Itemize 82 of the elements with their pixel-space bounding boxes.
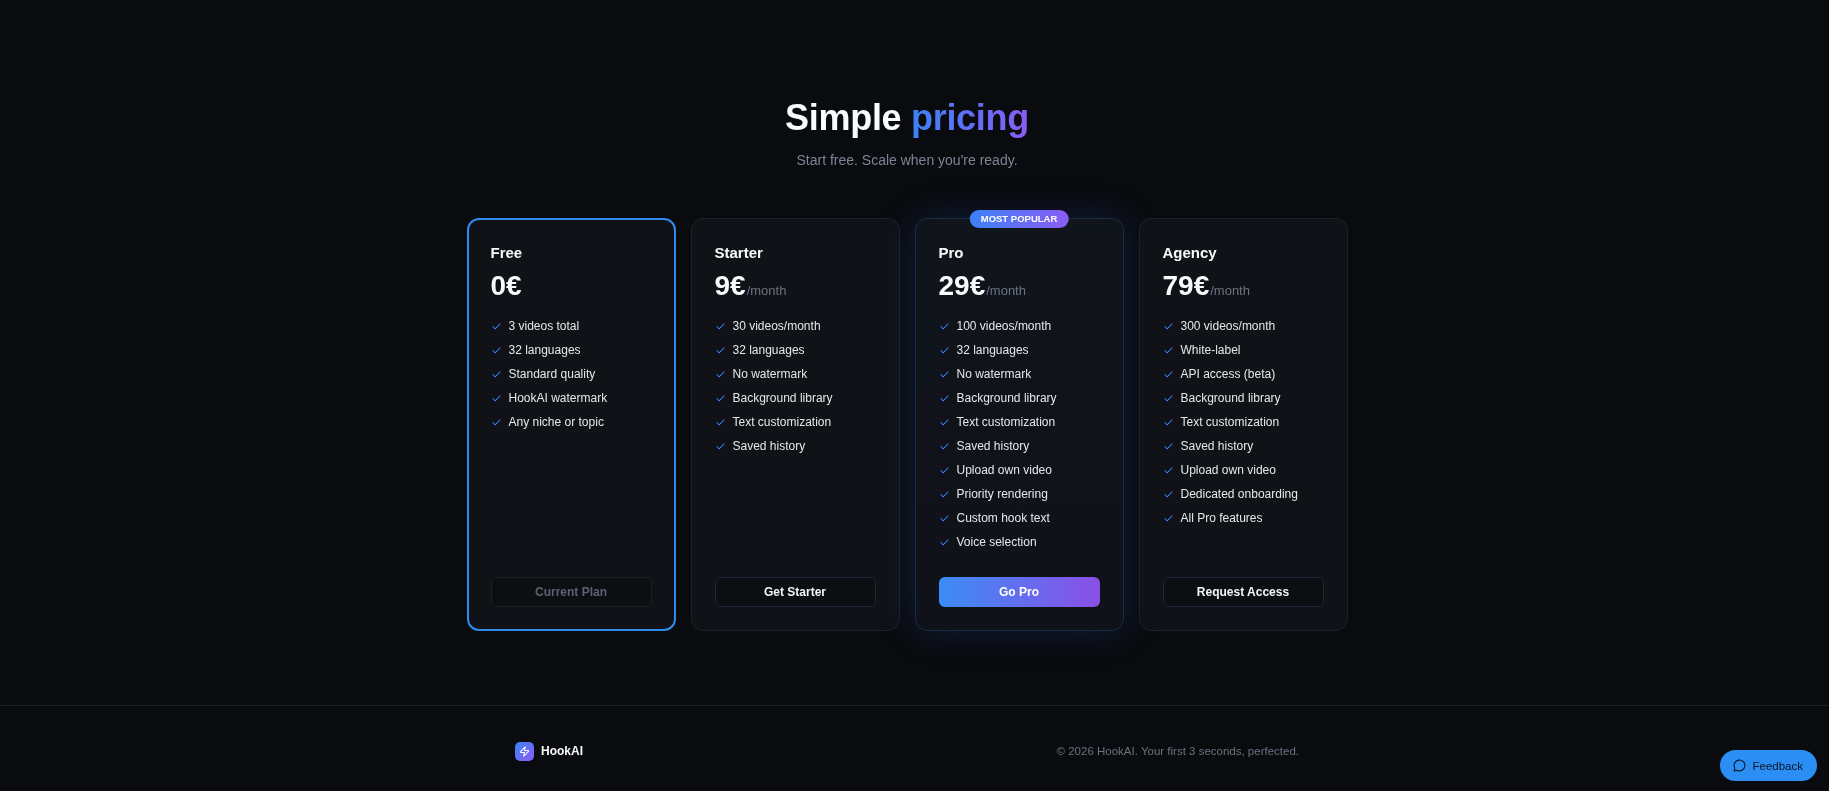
check-icon [938, 488, 950, 500]
feature-text: No watermark [732, 366, 808, 382]
plan-name: Pro [938, 243, 965, 263]
feature-text: HookAI watermark [508, 390, 608, 406]
check-icon [490, 368, 502, 380]
popular-badge: MOST POPULAR [969, 210, 1069, 228]
feature-text: White-label [1180, 342, 1241, 358]
feature-text: 300 videos/month [1180, 318, 1276, 334]
check-icon [938, 368, 950, 380]
check-icon [1162, 464, 1174, 476]
plan-name: Free [490, 243, 524, 263]
check-icon [714, 344, 726, 356]
plan-button[interactable]: Go Pro [938, 577, 1100, 607]
chat-bubble-icon [1733, 759, 1747, 772]
price-amount: 9€ [714, 269, 746, 303]
check-icon [1162, 512, 1174, 524]
check-icon [1162, 488, 1174, 500]
check-icon [490, 392, 502, 404]
plan-name: Starter [714, 243, 764, 263]
feature-text: Any niche or topic [508, 414, 604, 430]
feature-text: 32 languages [956, 342, 1029, 358]
feature-text: All Pro features [1180, 510, 1263, 526]
price-amount: 29€ [938, 269, 986, 303]
feature-text: Custom hook text [956, 510, 1050, 526]
price-period: /month [746, 283, 787, 299]
check-icon [490, 320, 502, 332]
check-icon [1162, 368, 1174, 380]
feature-text: Background library [732, 390, 833, 406]
check-icon [714, 320, 726, 332]
feature-text: 100 videos/month [956, 318, 1052, 334]
price-period: /month [986, 283, 1026, 299]
feature-text: Voice selection [956, 534, 1037, 550]
plan-button[interactable]: Get Starter [714, 577, 876, 607]
page-subtitle: Start free. Scale when you're ready. [796, 151, 1018, 170]
feature-text: 3 videos total [508, 318, 580, 334]
feature-text: API access (beta) [1180, 366, 1276, 382]
feature-text: Priority rendering [956, 486, 1048, 502]
check-icon [1162, 416, 1174, 428]
check-icon [1162, 440, 1174, 452]
check-icon [490, 344, 502, 356]
feature-text: 32 languages [732, 342, 805, 358]
plan-name: Agency [1162, 243, 1218, 263]
check-icon [938, 416, 950, 428]
feature-text: Dedicated onboarding [1180, 486, 1298, 502]
copyright-text: © 2026 HookAI. Your first 3 seconds, perfected. [1056, 745, 1299, 757]
plan-button[interactable]: Request Access [1162, 577, 1324, 607]
check-icon [938, 464, 950, 476]
page-title: Simple pricing [785, 96, 1029, 140]
check-icon [938, 440, 950, 452]
check-icon [1162, 320, 1174, 332]
check-icon [490, 416, 502, 428]
feature-text: No watermark [956, 366, 1032, 382]
feature-text: Text customization [1180, 414, 1280, 430]
check-icon [1162, 344, 1174, 356]
check-icon [714, 368, 726, 380]
feedback-button[interactable]: Feedback [1720, 750, 1817, 781]
feature-text: 30 videos/month [732, 318, 821, 334]
check-icon [714, 416, 726, 428]
feature-text: Saved history [1180, 438, 1254, 454]
check-icon [1162, 392, 1174, 404]
check-icon [938, 536, 950, 548]
check-icon [938, 512, 950, 524]
price-amount: 79€ [1162, 269, 1210, 303]
lightning-logo-icon [515, 741, 534, 761]
check-icon [938, 320, 950, 332]
feature-text: Text customization [956, 414, 1056, 430]
check-icon [938, 392, 950, 404]
feature-text: Background library [956, 390, 1057, 406]
brand-name: HookAI [541, 744, 583, 758]
feature-text: Upload own video [956, 462, 1052, 478]
feature-text: Saved history [732, 438, 806, 454]
feature-text: Saved history [956, 438, 1030, 454]
feature-text: 32 languages [508, 342, 581, 358]
check-icon [714, 440, 726, 452]
check-icon [938, 344, 950, 356]
price-amount: 0€ [490, 269, 522, 303]
feature-text: Text customization [732, 414, 832, 430]
price-period: /month [1210, 283, 1250, 299]
feature-text: Upload own video [1180, 462, 1276, 478]
feature-text: Standard quality [508, 366, 596, 382]
feature-text: Background library [1180, 390, 1281, 406]
check-icon [714, 392, 726, 404]
